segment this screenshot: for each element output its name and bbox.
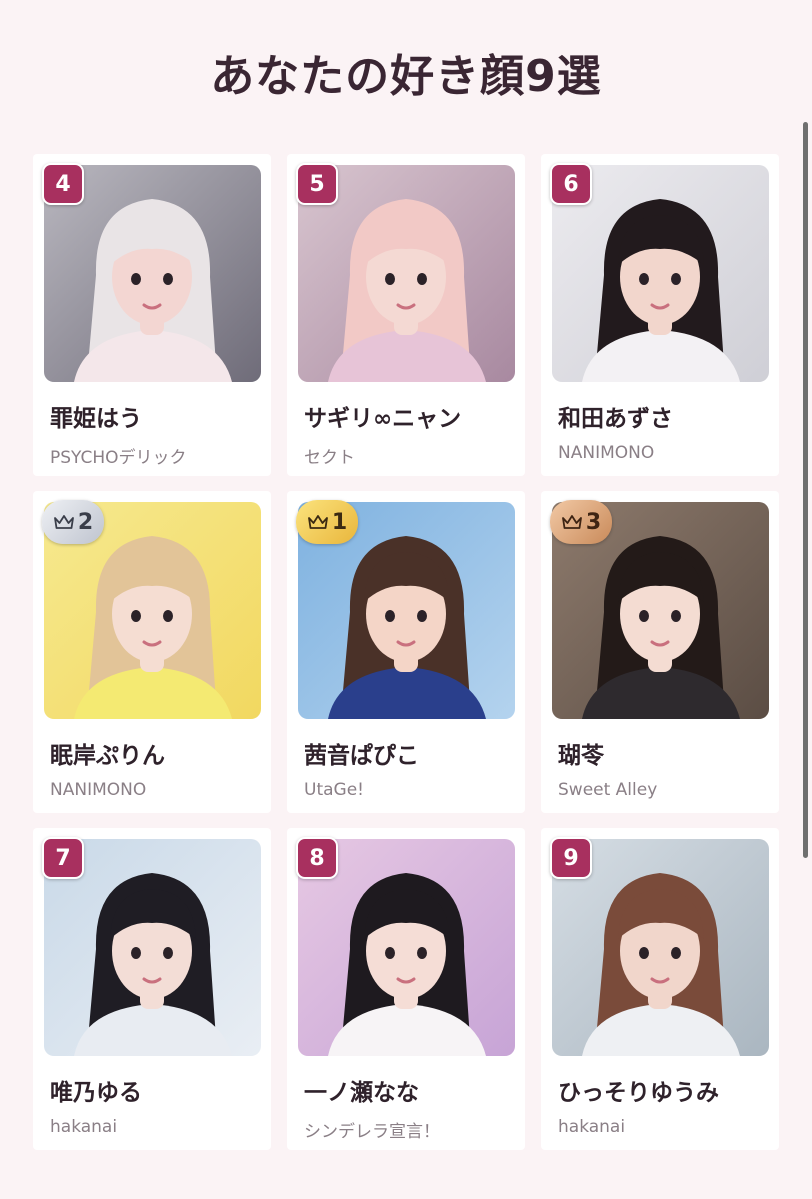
ranking-card[interactable]: 6 和田あずさ NANIMONO [541,154,779,476]
page-title: あなたの好き顔9選 [210,51,602,102]
rank-number: 9 [563,845,579,871]
ranking-grid: 4 罪姫はう PSYCHOデリック 5 サギリ∞ニャン セクト 6 和田あずさ … [33,154,779,1150]
member-name: 瑚苓 [558,743,604,769]
rank-badge: 7 [42,837,84,879]
rank-badge: 6 [550,163,592,205]
member-group: UtaGe! [304,780,364,800]
rank-badge: 9 [550,837,592,879]
rank-number: 4 [55,171,71,197]
rank-badge: 1 [296,500,358,544]
member-group: hakanai [50,1117,118,1137]
ranking-card[interactable]: 9 ひっそりゆうみ hakanai [541,828,779,1150]
member-group: セクト [304,448,355,468]
scrollbar[interactable] [803,122,808,858]
ranking-card[interactable]: 5 サギリ∞ニャン セクト [287,154,525,476]
ranking-card[interactable]: 4 罪姫はう PSYCHOデリック [33,154,271,476]
rank-badge: 5 [296,163,338,205]
crown-icon [561,513,583,531]
rank-badge: 8 [296,837,338,879]
rank-badge: 3 [550,500,612,544]
member-group: シンデレラ宣言！ [304,1122,440,1142]
rank-number: 6 [563,171,579,197]
member-name: 罪姫はう [50,406,142,432]
member-name: 唯乃ゆる [50,1080,142,1106]
rank-number: 8 [309,845,325,871]
ranking-card[interactable]: 1 茜音ぱぴこ UtaGe! [287,491,525,813]
crown-icon [53,513,75,531]
member-group: hakanai [558,1117,626,1137]
member-group: PSYCHOデリック [50,448,187,468]
rank-number: 5 [309,171,325,197]
member-name: 茜音ぱぴこ [304,743,419,769]
rank-number: 1 [331,509,348,535]
member-name: 和田あずさ [558,406,673,432]
rank-badge: 4 [42,163,84,205]
ranking-card[interactable]: 7 唯乃ゆる hakanai [33,828,271,1150]
member-name: 眠岸ぷりん [50,743,165,769]
member-name: 一ノ瀬なな [304,1080,419,1106]
ranking-card[interactable]: 3 瑚苓 Sweet Alley [541,491,779,813]
member-group: Sweet Alley [558,780,658,800]
rank-badge: 2 [42,500,104,544]
rank-number: 3 [585,509,602,535]
member-group: NANIMONO [50,780,147,800]
ranking-card[interactable]: 2 眠岸ぷりん NANIMONO [33,491,271,813]
member-name: ひっそりゆうみ [558,1080,719,1106]
rank-number: 7 [55,845,71,871]
crown-icon [307,513,329,531]
ranking-card[interactable]: 8 一ノ瀬なな シンデレラ宣言！ [287,828,525,1150]
member-group: NANIMONO [558,443,655,463]
member-name: サギリ∞ニャン [304,406,462,432]
rank-number: 2 [77,509,94,535]
